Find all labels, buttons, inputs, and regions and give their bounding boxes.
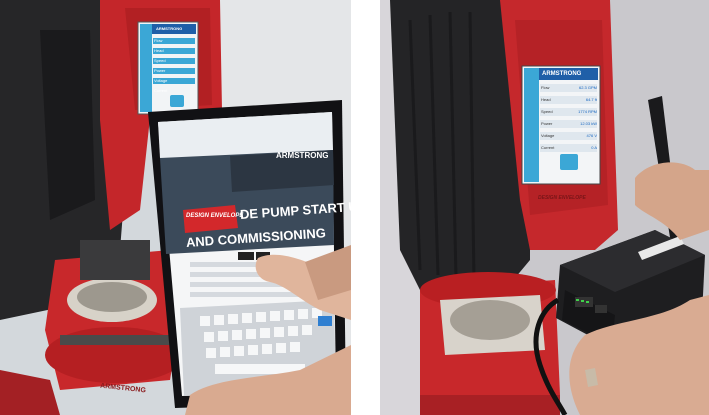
screen-row-label: Head (541, 97, 551, 102)
screen-row-label: Current (541, 145, 555, 150)
screen-row-value: 0 A (591, 145, 597, 150)
tablet-brand-logo: ARMSTRONG (276, 151, 329, 160)
left-photo: ARMSTRONG ARMSTRONG DESIGN ENVELOPE DE P… (0, 0, 351, 415)
screen-row-label: Flow (541, 85, 550, 90)
screen-row-label: Head (154, 48, 164, 53)
refresh-button (560, 154, 578, 170)
screen-row-value: 476 V (586, 133, 597, 138)
screen-row-label: Power (154, 68, 166, 73)
badge-text: DESIGN ENVELOPE (186, 213, 244, 219)
pump-screen-brand: ARMSTRONG (156, 26, 183, 31)
screen-row-value: 12.03 kW (580, 121, 597, 126)
screen-row-label: Speed (541, 109, 553, 114)
screen-row-label: Power (541, 121, 553, 126)
pump-screen-rows: Flow 62.3 GPM Head 64.7 ft Speed 1774 RP… (541, 86, 597, 150)
right-photo: ARMSTRONG DESIGN ENVELOPE Flow 62.3 GPM … (380, 0, 709, 415)
pump-screen-brand: ARMSTRONG (542, 71, 582, 77)
screen-row-label: Voltage (541, 133, 555, 138)
right-photo-scene (380, 0, 709, 415)
screen-row-label: Speed (154, 58, 166, 63)
screen-row-label: Voltage (154, 78, 168, 83)
screen-row-value: 64.7 ft (585, 97, 597, 102)
screen-row-value: 62.3 GPM (578, 85, 597, 90)
motor-badge: DESIGN ENVELOPE (538, 195, 586, 201)
screen-row-label: Current (154, 88, 168, 93)
screen-row-label: Flow (154, 38, 163, 43)
screen-row-value: 1774 RPM (578, 109, 597, 114)
